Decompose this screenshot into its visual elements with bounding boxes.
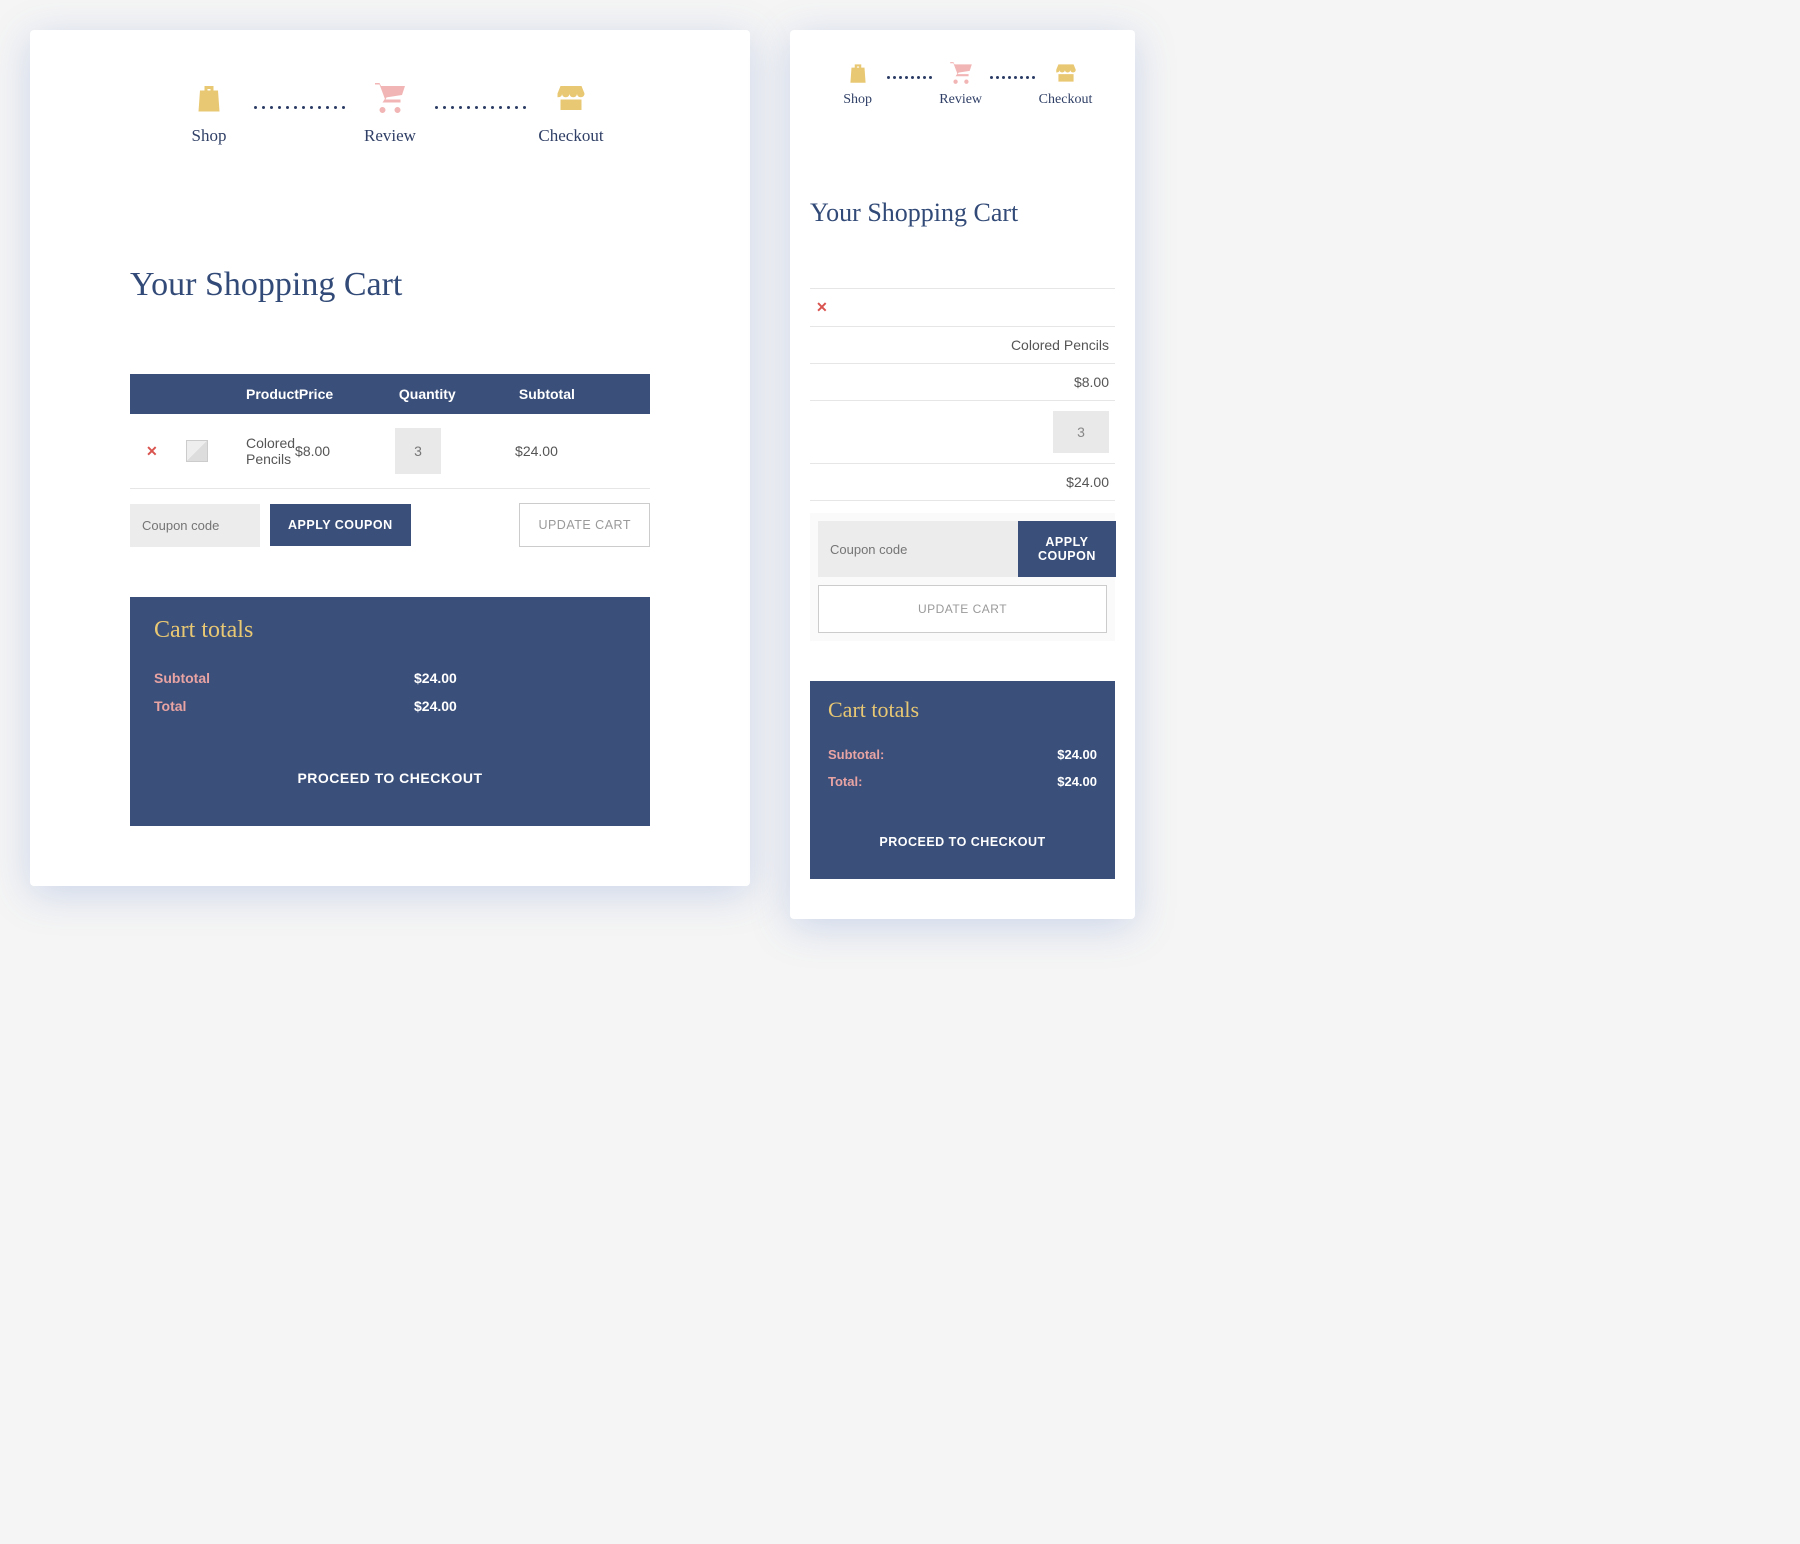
coupon-input[interactable]	[130, 504, 260, 547]
product-quantity	[395, 428, 515, 474]
remove-item-button[interactable]: ✕	[816, 299, 828, 316]
col-quantity: Quantity	[399, 386, 519, 402]
subtotal-row: Subtotal: $24.00	[828, 741, 1097, 768]
coupon-input[interactable]	[818, 521, 1018, 577]
page-title: Your Shopping Cart	[130, 266, 750, 304]
cart-row-subtotal: $24.00	[810, 464, 1115, 501]
cart-row: ✕ Colored Pencils $8.00 $24.00	[130, 414, 650, 489]
remove-item-button[interactable]: ✕	[146, 443, 186, 460]
step-label: Shop	[843, 92, 872, 108]
product-subtotal: $24.00	[1066, 474, 1109, 490]
step-shop[interactable]: Shop	[833, 60, 883, 108]
step-checkout[interactable]: Checkout	[536, 80, 606, 146]
image-placeholder-icon	[186, 440, 208, 462]
step-label: Review	[939, 92, 982, 108]
cart-list: ✕ Colored Pencils $8.00 $24.00	[810, 288, 1115, 501]
update-cart-button[interactable]: UPDATE CART	[818, 585, 1107, 633]
step-label: Shop	[192, 126, 227, 146]
cart-row-qty	[810, 401, 1115, 464]
total-value: $24.00	[414, 698, 457, 714]
step-checkout[interactable]: Checkout	[1039, 60, 1093, 108]
cart-mobile-view: Shop Review Checkout Your Shopping Cart …	[790, 30, 1135, 919]
cart-totals: Cart totals Subtotal $24.00 Total $24.00…	[130, 597, 650, 826]
step-divider	[435, 106, 526, 109]
cart-desktop-view: Shop Review Checkout Your Shopping Cart …	[30, 30, 750, 886]
cart-table-header: Product Price Quantity Subtotal	[130, 374, 650, 414]
step-divider	[887, 76, 932, 79]
step-divider	[254, 106, 345, 109]
apply-coupon-button[interactable]: APPLY COUPON	[270, 504, 411, 546]
page-title: Your Shopping Cart	[810, 198, 1115, 228]
cart-table: Product Price Quantity Subtotal ✕ Colore…	[130, 374, 650, 547]
product-subtotal: $24.00	[515, 443, 635, 459]
cart-totals: Cart totals Subtotal: $24.00 Total: $24.…	[810, 681, 1115, 879]
cart-row-remove: ✕	[810, 288, 1115, 327]
totals-title: Cart totals	[828, 697, 1097, 723]
shopping-bag-icon	[191, 80, 227, 116]
product-price: $8.00	[1074, 374, 1109, 390]
checkout-stepper: Shop Review Checkout	[790, 60, 1135, 108]
product-name[interactable]: Colored Pencils	[1011, 337, 1109, 353]
cart-row-name: Colored Pencils	[810, 327, 1115, 364]
update-cart-button[interactable]: UPDATE CART	[519, 503, 650, 547]
subtotal-label: Subtotal:	[828, 747, 884, 762]
product-name[interactable]: Colored Pencils	[246, 435, 295, 467]
subtotal-value: $24.00	[1057, 747, 1097, 762]
checkout-stepper: Shop Review Checkout	[30, 80, 750, 146]
quantity-input[interactable]	[1053, 411, 1109, 453]
shopping-bag-icon	[845, 60, 871, 86]
store-icon	[553, 80, 589, 116]
cart-actions: APPLY COUPON UPDATE CART	[810, 513, 1115, 641]
subtotal-label: Subtotal	[154, 670, 414, 686]
subtotal-row: Subtotal $24.00	[154, 664, 626, 692]
product-thumbnail[interactable]	[186, 440, 246, 462]
product-price: $8.00	[295, 443, 395, 459]
cart-icon	[948, 60, 974, 86]
step-review[interactable]: Review	[355, 80, 425, 146]
col-product: Product	[246, 386, 299, 402]
totals-title: Cart totals	[154, 617, 626, 644]
step-label: Review	[364, 126, 416, 146]
total-row: Total: $24.00	[828, 768, 1097, 795]
cart-row-price: $8.00	[810, 364, 1115, 401]
total-value: $24.00	[1057, 774, 1097, 789]
cart-actions: APPLY COUPON UPDATE CART	[130, 489, 650, 547]
total-row: Total $24.00	[154, 692, 626, 720]
col-price: Price	[299, 386, 399, 402]
proceed-to-checkout-button[interactable]: PROCEED TO CHECKOUT	[828, 835, 1097, 849]
step-review[interactable]: Review	[936, 60, 986, 108]
subtotal-value: $24.00	[414, 670, 457, 686]
step-label: Checkout	[1039, 92, 1093, 108]
store-icon	[1053, 60, 1079, 86]
proceed-to-checkout-button[interactable]: PROCEED TO CHECKOUT	[154, 770, 626, 786]
col-subtotal: Subtotal	[519, 386, 639, 402]
total-label: Total	[154, 698, 414, 714]
total-label: Total:	[828, 774, 862, 789]
quantity-input[interactable]	[395, 428, 441, 474]
cart-icon	[372, 80, 408, 116]
step-divider	[990, 76, 1035, 79]
step-label: Checkout	[538, 126, 603, 146]
apply-coupon-button[interactable]: APPLY COUPON	[1018, 521, 1116, 577]
step-shop[interactable]: Shop	[174, 80, 244, 146]
